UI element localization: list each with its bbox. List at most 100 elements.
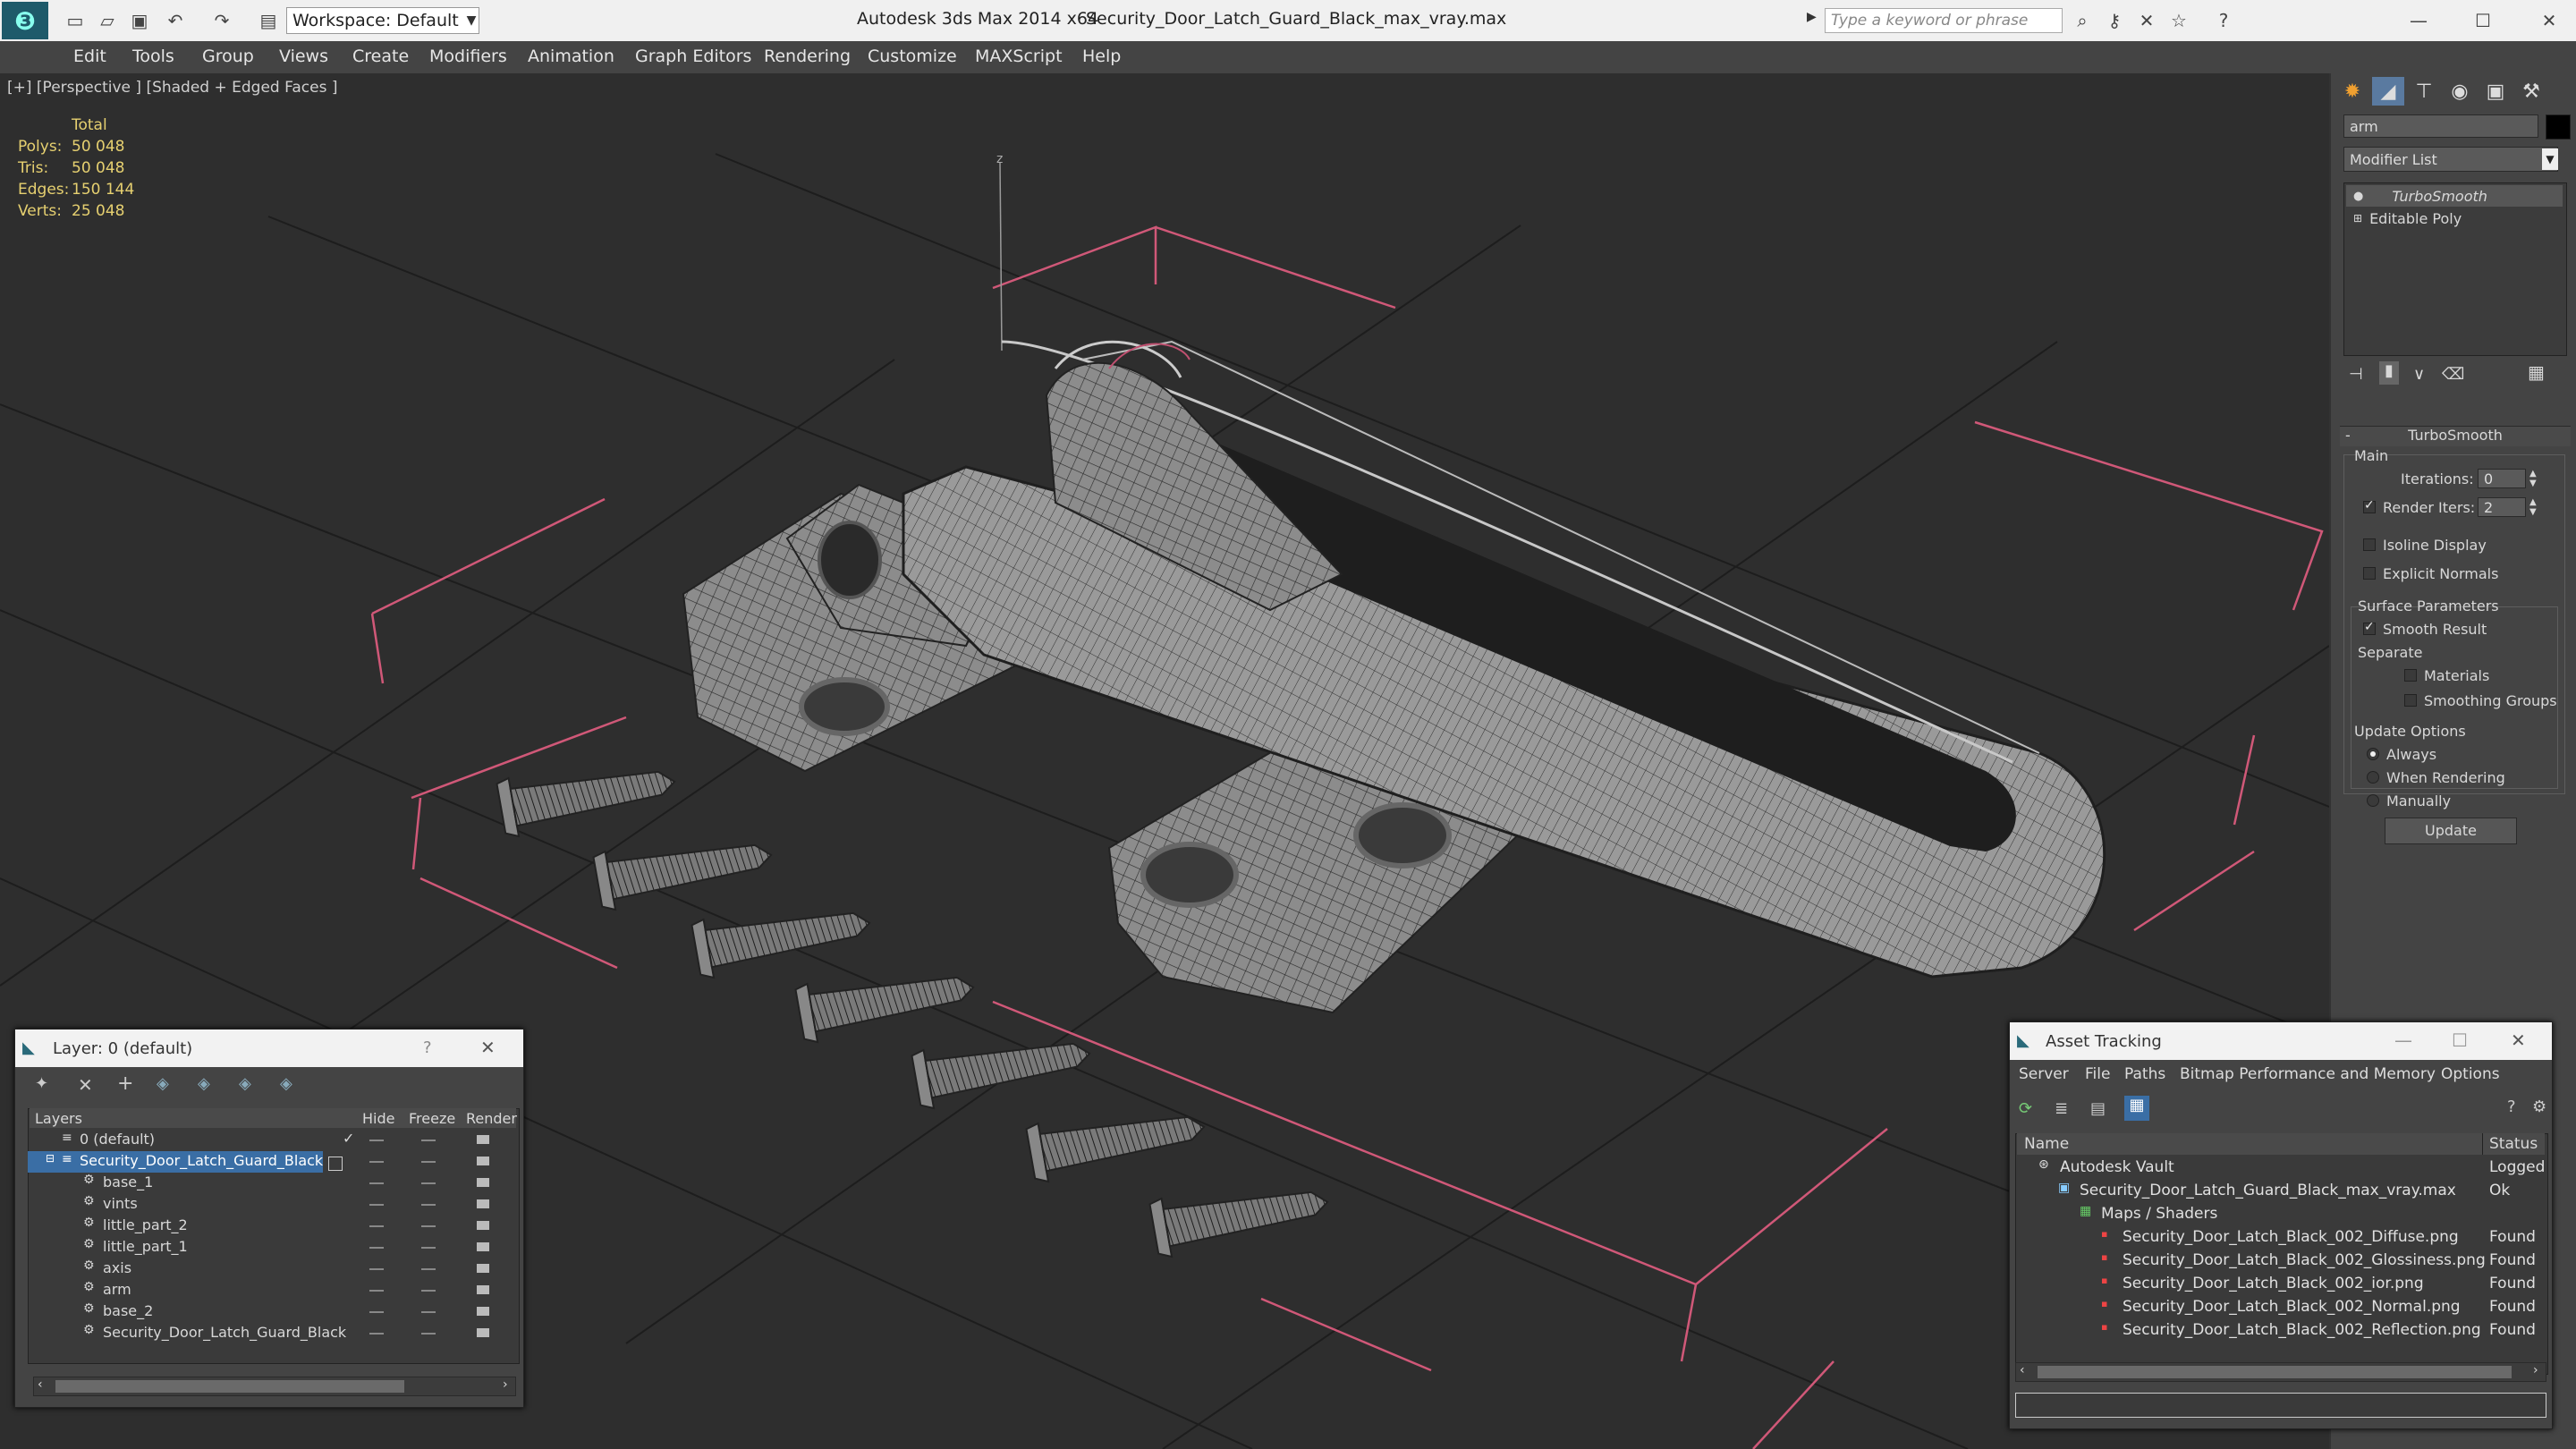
asset-row-png[interactable]: ▪ Security_Door_Latch_Black_002_Reflectio… [2017, 1319, 2545, 1343]
delete-layer-icon[interactable]: ✕ [78, 1074, 93, 1096]
list-view-icon[interactable]: ≣ [2055, 1099, 2068, 1118]
stack-item-turbosmooth[interactable]: ● TurboSmooth [2346, 185, 2563, 207]
asset-row-vault[interactable]: ⊛ Autodesk Vault Logged [2017, 1157, 2545, 1180]
layer-horizontal-scrollbar[interactable]: ‹ › [33, 1377, 516, 1396]
minimize-icon[interactable]: — [2404, 7, 2433, 34]
freeze-all-layers-icon[interactable]: ◈ [280, 1074, 292, 1093]
save-file-icon[interactable]: ▣ [125, 7, 154, 34]
iterations-spinner-arrows-icon[interactable]: ▲ ▼ [2529, 469, 2537, 488]
menu-group[interactable]: Group [202, 47, 254, 66]
scroll-right-icon[interactable]: › [503, 1377, 508, 1392]
redo-icon[interactable]: ↷ [208, 7, 236, 34]
expand-plus-icon[interactable]: ⊞ [2353, 212, 2362, 225]
key-icon[interactable]: ⚷ [2100, 7, 2129, 34]
col-status[interactable]: Status [2489, 1135, 2538, 1153]
search-arrow-icon[interactable]: ▶ [1807, 10, 1817, 24]
workspace-dropdown[interactable]: Workspace: Default [286, 7, 479, 34]
open-file-icon[interactable]: ▱ [93, 7, 122, 34]
explicit-normals-checkbox[interactable] [2363, 567, 2376, 580]
display-tab-icon[interactable]: ▣ [2479, 77, 2512, 106]
tree-view-icon[interactable]: ▤ [2090, 1099, 2106, 1118]
workspace-dropdown-arrow-icon[interactable]: ▼ [462, 7, 481, 34]
render-iters-spinner[interactable]: 2 [2478, 497, 2526, 517]
close-icon[interactable]: ✕ [2535, 7, 2563, 34]
col-hide[interactable]: Hide [362, 1110, 394, 1127]
configure-modifier-sets-icon[interactable]: ▦ [2528, 361, 2545, 383]
stack-item-editable-poly[interactable]: ⊞ Editable Poly [2346, 208, 2563, 228]
show-end-result-icon[interactable]: ▮ [2379, 361, 2399, 385]
menu-views[interactable]: Views [279, 47, 328, 66]
object-name-field[interactable]: arm [2343, 114, 2538, 138]
object-color-swatch[interactable] [2546, 114, 2571, 140]
viewport-label[interactable]: [+] [Perspective ] [Shaded + Edged Faces… [7, 79, 337, 97]
render-iters-checkbox[interactable] [2363, 498, 2376, 513]
favorites-star-icon[interactable]: ☆ [2165, 7, 2193, 34]
scrollbar-thumb[interactable] [55, 1380, 404, 1393]
modifier-list-arrow-icon[interactable]: ▼ [2542, 148, 2558, 170]
asset-row-png[interactable]: ▪ Security_Door_Latch_Black_002_Normal.pn… [2017, 1296, 2545, 1319]
turbosmooth-rollout-header[interactable]: - TurboSmooth [2340, 426, 2571, 446]
asset-minimize-icon[interactable]: — [2394, 1030, 2412, 1051]
scrollbar-thumb[interactable] [2038, 1366, 2512, 1378]
help-icon[interactable]: ? [2209, 7, 2238, 34]
menu-customize[interactable]: Customize [868, 47, 957, 66]
update-button[interactable]: Update [2385, 818, 2517, 844]
smooth-result-checkbox[interactable] [2363, 620, 2376, 635]
menu-animation[interactable]: Animation [528, 47, 614, 66]
asset-menu-server[interactable]: Server [2019, 1065, 2069, 1083]
menu-help[interactable]: Help [1082, 47, 1121, 66]
exchange-icon[interactable]: ✕ [2132, 7, 2161, 34]
asset-maximize-icon[interactable]: ☐ [2452, 1030, 2468, 1051]
motion-tab-icon[interactable]: ◉ [2444, 77, 2476, 106]
binoculars-icon[interactable]: ⌕ [2068, 7, 2097, 34]
vault-settings-icon[interactable]: ⚙ [2532, 1097, 2546, 1116]
undo-icon[interactable]: ↶ [161, 7, 190, 34]
iterations-spinner[interactable]: 0 [2478, 469, 2526, 488]
layer-dialog-help-icon[interactable]: ? [423, 1038, 432, 1057]
modifier-list-dropdown[interactable]: Modifier List [2343, 147, 2558, 172]
asset-menu-options[interactable]: Options [2441, 1065, 2500, 1083]
pin-stack-icon[interactable]: ⊣ [2349, 365, 2363, 384]
menu-modifiers[interactable]: Modifiers [429, 47, 507, 66]
layer-dialog-titlebar[interactable]: ◣ Layer: 0 (default) ? ✕ [15, 1030, 523, 1067]
isoline-display-checkbox[interactable] [2363, 538, 2376, 551]
col-layers[interactable]: Layers [35, 1110, 82, 1127]
menu-maxscript[interactable]: MAXScript [975, 47, 1063, 66]
menu-create[interactable]: Create [352, 47, 409, 66]
add-to-layer-icon[interactable]: + [117, 1072, 133, 1095]
menu-rendering[interactable]: Rendering [764, 47, 851, 66]
col-render[interactable]: Render [466, 1110, 517, 1127]
maximize-icon[interactable]: ☐ [2469, 7, 2497, 34]
lightbulb-icon[interactable]: ● [2353, 190, 2363, 203]
smoothing-groups-checkbox[interactable] [2404, 694, 2417, 707]
materials-checkbox[interactable] [2404, 669, 2417, 682]
search-input[interactable]: Type a keyword or phrase [1825, 8, 2063, 33]
menu-graph-editors[interactable]: Graph Editors [635, 47, 751, 66]
menu-edit[interactable]: Edit [73, 47, 106, 66]
manually-radio[interactable] [2367, 794, 2379, 807]
scroll-right-icon[interactable]: › [2533, 1363, 2538, 1377]
project-folder-icon[interactable]: ▤ [254, 7, 283, 34]
refresh-icon[interactable]: ⟳ [2019, 1099, 2032, 1118]
when-rendering-radio[interactable] [2367, 771, 2379, 784]
create-tab-sun-icon[interactable]: ✹ [2336, 77, 2368, 106]
render-iters-spinner-arrows-icon[interactable]: ▲ ▼ [2529, 497, 2537, 517]
hide-all-layers-icon[interactable]: ◈ [239, 1074, 251, 1093]
asset-path-field[interactable] [2015, 1393, 2546, 1418]
hierarchy-tab-icon[interactable]: ⊤ [2408, 77, 2440, 106]
always-radio[interactable] [2367, 748, 2379, 760]
highlight-layer-icon[interactable]: ◈ [198, 1074, 210, 1093]
menu-tools[interactable]: Tools [132, 47, 174, 66]
scroll-left-icon[interactable]: ‹ [2020, 1363, 2025, 1377]
asset-menu-bitmap[interactable]: Bitmap Performance and Memory [2180, 1065, 2436, 1083]
modify-tab-icon[interactable]: ◢ [2372, 77, 2404, 106]
asset-row-png[interactable]: ▪ Security_Door_Latch_Black_002_Diffuse.p… [2017, 1226, 2545, 1250]
scroll-left-icon[interactable]: ‹ [38, 1377, 43, 1392]
asset-dialog-titlebar[interactable]: ◣ Asset Tracking — ☐ ✕ [2010, 1022, 2552, 1060]
make-unique-icon[interactable]: ∨ [2413, 365, 2425, 384]
layer-dialog-close-icon[interactable]: ✕ [480, 1037, 496, 1058]
asset-menu-paths[interactable]: Paths [2124, 1065, 2165, 1083]
new-file-icon[interactable]: ▭ [61, 7, 89, 34]
col-freeze[interactable]: Freeze [409, 1110, 455, 1127]
asset-row-maps[interactable]: ▦ Maps / Shaders [2017, 1203, 2545, 1226]
